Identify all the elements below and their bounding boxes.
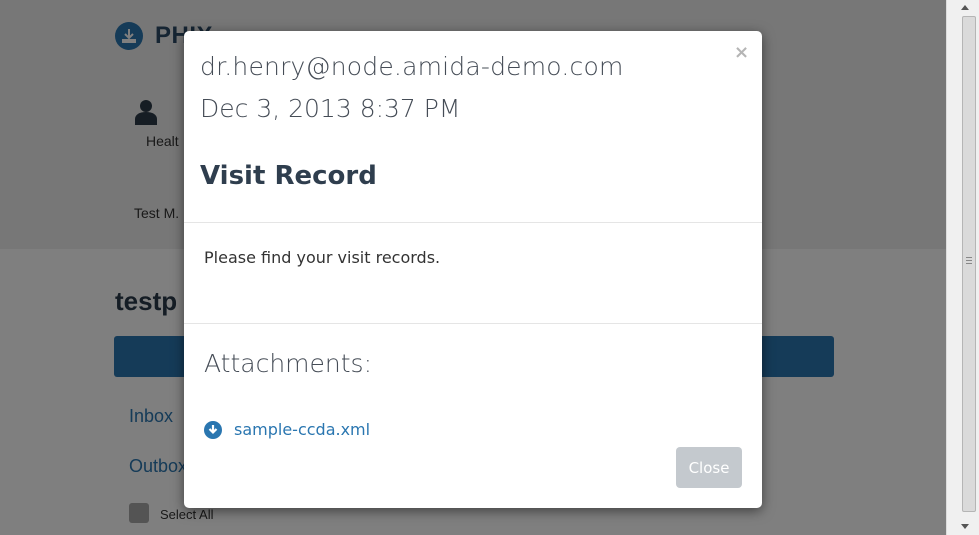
scroll-down-arrow-icon[interactable] bbox=[961, 524, 969, 529]
divider bbox=[184, 323, 762, 324]
scroll-up-arrow-icon[interactable] bbox=[961, 5, 969, 10]
message-body: Please find your visit records. bbox=[204, 248, 441, 267]
scroll-thumb[interactable] bbox=[962, 16, 976, 512]
grip-icon bbox=[966, 257, 972, 264]
message-date: Dec 3, 2013 8:37 PM bbox=[200, 94, 461, 123]
sender-email: dr.henry@node.amida-demo.com bbox=[200, 52, 624, 81]
attachment-link[interactable]: sample-ccda.xml bbox=[234, 420, 370, 439]
close-icon[interactable]: × bbox=[734, 43, 749, 63]
close-button[interactable]: Close bbox=[676, 447, 742, 488]
attachment-item[interactable]: sample-ccda.xml bbox=[204, 420, 370, 439]
download-icon[interactable] bbox=[204, 420, 222, 439]
divider bbox=[184, 222, 762, 223]
message-subject: Visit Record bbox=[200, 161, 377, 191]
vertical-scrollbar[interactable] bbox=[946, 0, 979, 535]
message-modal: × dr.henry@node.amida-demo.com Dec 3, 20… bbox=[184, 31, 762, 508]
attachments-heading: Attachments: bbox=[204, 349, 373, 378]
